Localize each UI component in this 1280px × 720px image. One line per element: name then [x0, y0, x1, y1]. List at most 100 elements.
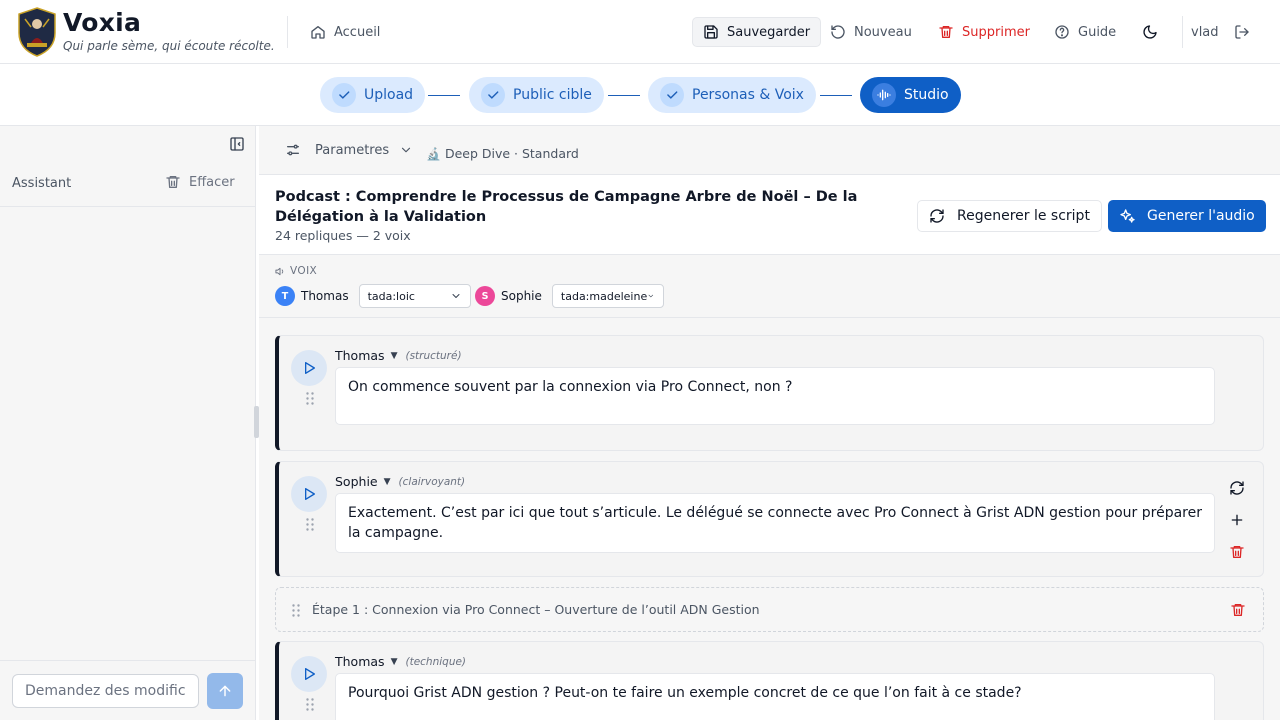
play-button[interactable] [291, 476, 327, 512]
clear-label: Effacer [189, 174, 235, 190]
panel-collapse-icon[interactable] [229, 136, 245, 152]
sidebar-title: Assistant [12, 176, 72, 191]
speaker-dropdown[interactable]: Thomas ▼ (structuré) [335, 348, 462, 363]
drag-handle-icon[interactable] [306, 698, 314, 711]
step-personas-voix[interactable]: Personas & Voix [648, 77, 816, 113]
step-studio[interactable]: Studio [860, 77, 961, 113]
step-label: Personas & Voix [692, 87, 804, 103]
mode-badge: 🔬 Deep Dive · Standard [426, 146, 579, 161]
avatar: T [275, 286, 295, 306]
regenerate-line-button[interactable] [1227, 478, 1247, 498]
drag-handle-icon[interactable] [306, 518, 314, 531]
regenerate-script-button[interactable]: Regenerer le script [917, 200, 1102, 232]
speaker-tone: (structuré) [405, 349, 462, 362]
new-button[interactable]: Nouveau [820, 17, 922, 47]
chevron-down-icon [402, 147, 411, 153]
refresh-ccw-icon [831, 25, 845, 39]
home-button[interactable]: Accueil [300, 17, 390, 47]
home-label: Accueil [334, 24, 381, 40]
step-connector [820, 95, 852, 96]
line-text[interactable]: On commence souvent par la connexion via… [335, 367, 1215, 425]
section-title[interactable]: Étape 1 : Connexion via Pro Connect – Ou… [312, 602, 760, 617]
guide-label: Guide [1078, 24, 1117, 40]
step-public-cible[interactable]: Public cible [469, 77, 604, 113]
trash-icon [939, 26, 953, 38]
sidebar-divider [0, 660, 256, 661]
voice-thomas: T Thomas tada:loic [275, 284, 471, 308]
regenerate-label: Regenerer le script [957, 208, 1090, 224]
save-icon [704, 25, 718, 39]
delete-line-button[interactable] [1227, 542, 1247, 562]
logout-button[interactable] [1224, 17, 1260, 47]
audio-waveform-icon [872, 83, 896, 107]
podcast-meta: 24 repliques — 2 voix [275, 228, 411, 243]
voices-section-label: VOIX [275, 265, 317, 277]
trash-icon [1230, 546, 1244, 558]
line-actions [1227, 478, 1247, 562]
drag-handle-icon[interactable] [306, 392, 314, 405]
volume-icon [275, 267, 284, 275]
trash-icon [166, 176, 180, 188]
line-text[interactable]: Exactement. C’est par ici que tout s’art… [335, 493, 1215, 553]
speaker-name: Sophie [335, 474, 378, 489]
delete-section-button[interactable] [1228, 600, 1248, 620]
voice-name: Thomas [301, 289, 349, 303]
speaker-dropdown[interactable]: Thomas ▼ (technique) [335, 654, 466, 669]
send-button[interactable] [207, 673, 243, 709]
step-upload[interactable]: Upload [320, 77, 426, 113]
play-icon [305, 668, 315, 680]
header-separator [287, 16, 288, 48]
voices-label: VOIX [290, 265, 318, 277]
voice-select-thomas[interactable]: tada:loic [358, 284, 471, 308]
mode-label: Deep Dive · Standard [444, 146, 579, 161]
voice-name: Sophie [501, 289, 542, 303]
caret-down-icon: ▼ [383, 476, 391, 487]
logout-icon [1235, 25, 1249, 39]
generate-audio-label: Generer l'audio [1147, 208, 1255, 224]
play-button[interactable] [291, 656, 327, 692]
voxia-logo-icon [18, 7, 56, 57]
microscope-icon: 🔬 [426, 146, 441, 161]
assistant-input[interactable] [12, 674, 199, 708]
voice-sophie: S Sophie tada:madeleine [475, 284, 664, 308]
speaker-name: Thomas [335, 654, 385, 669]
help-circle-icon [1055, 25, 1069, 39]
refresh-icon [930, 209, 944, 223]
caret-down-icon: ▼ [390, 350, 398, 361]
trash-icon [1231, 604, 1245, 616]
step-label: Upload [364, 87, 414, 103]
check-icon [481, 83, 505, 107]
clear-chat-button[interactable]: Effacer [165, 174, 235, 190]
step-connector [608, 95, 640, 96]
refresh-icon [1230, 481, 1244, 495]
plus-icon [1231, 514, 1243, 526]
play-icon [305, 488, 315, 500]
avatar: S [475, 286, 495, 306]
save-label: Sauvegarder [727, 24, 811, 40]
drag-handle-icon[interactable] [292, 604, 300, 617]
speaker-dropdown[interactable]: Sophie ▼ (clairvoyant) [335, 474, 465, 489]
podcast-header: Podcast : Comprendre le Processus de Cam… [259, 175, 1280, 255]
chevron-down-icon [648, 294, 654, 298]
sparkles-icon [1120, 209, 1135, 223]
generate-audio-button[interactable]: Generer l'audio [1108, 200, 1266, 232]
play-button[interactable] [291, 350, 327, 386]
theme-toggle-button[interactable] [1132, 17, 1168, 47]
line-text[interactable]: Pourquoi Grist ADN gestion ? Peut-on te … [335, 673, 1215, 720]
parameters-dropdown[interactable]: Parametres [285, 142, 413, 158]
delete-button[interactable]: Supprimer [928, 17, 1040, 47]
save-button[interactable]: Sauvegarder [692, 17, 822, 47]
voice-value: tada:loic [367, 289, 415, 303]
voice-select-sophie[interactable]: tada:madeleine [551, 284, 664, 308]
main-divider [259, 317, 1280, 318]
guide-button[interactable]: Guide [1044, 17, 1126, 47]
add-line-button[interactable] [1227, 510, 1247, 530]
script-line: Thomas ▼ (structuré) On commence souvent… [275, 335, 1264, 451]
workflow-stepper: Upload Public cible Personas & Voix Stud… [0, 65, 1280, 126]
arrow-up-icon [219, 685, 231, 697]
check-icon [332, 83, 356, 107]
play-icon [305, 362, 315, 374]
step-label: Public cible [513, 87, 592, 103]
section-marker: Étape 1 : Connexion via Pro Connect – Ou… [275, 587, 1264, 632]
home-icon [311, 26, 325, 39]
